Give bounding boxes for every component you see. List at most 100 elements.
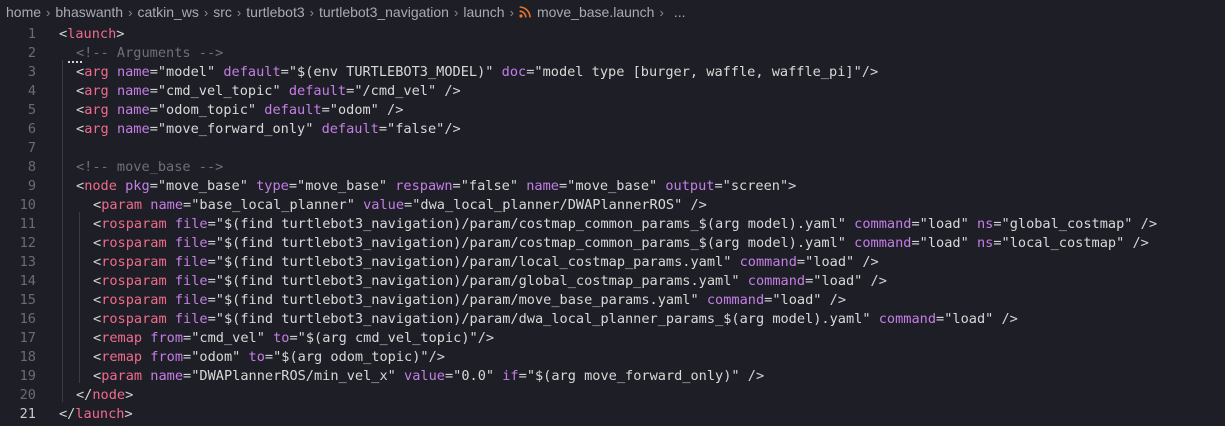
code-line[interactable]: 1 <launch> (0, 25, 1225, 44)
punctuation (109, 121, 117, 137)
attribute-name: respawn (395, 178, 453, 194)
attribute-name: name (526, 178, 559, 194)
tag-name: node (84, 178, 117, 194)
punctuation: = (207, 273, 216, 289)
punctuation: = (207, 235, 216, 251)
attribute-value: "odom" (191, 349, 241, 365)
attribute-name: type (256, 178, 289, 194)
code-line[interactable]: 5 <arg name="odom_topic" default="odom" /… (0, 101, 1225, 120)
punctuation: = (796, 254, 806, 270)
code-line[interactable]: 16 <rosparam file="$(find turtlebot3_navi… (0, 310, 1225, 329)
code-line[interactable]: 11 <rosparam file="$(find turtlebot3_navi… (0, 215, 1225, 234)
code-line[interactable]: 3 <arg name="model" default="$(env TURTLE… (0, 63, 1225, 82)
attribute-name: name (116, 121, 150, 137)
punctuation (167, 273, 175, 289)
code-line[interactable]: 21 </launch> (0, 405, 1225, 424)
tag-name: launch (67, 26, 117, 42)
punctuation (396, 368, 404, 384)
punctuation: /> (378, 102, 404, 118)
attribute-value: "$(find turtlebot3_navigation)/param/dwa… (215, 311, 871, 327)
attribute-name: file (174, 254, 208, 270)
breadcrumb-file[interactable]: move_base.launch (537, 4, 655, 20)
punctuation: = (558, 178, 568, 194)
breadcrumb-ellipsis[interactable]: ... (674, 4, 686, 20)
punctuation: < (59, 26, 68, 42)
line-number: 1 (27, 26, 36, 42)
punctuation: = (183, 330, 192, 346)
punctuation (846, 216, 854, 232)
tag-name: rosparam (101, 292, 167, 308)
attribute-value: "load" (919, 216, 969, 232)
attribute-value: "load" (919, 235, 969, 251)
punctuation: < (93, 292, 102, 308)
breadcrumb-home[interactable]: home (6, 4, 41, 20)
tag-name: rosparam (101, 273, 167, 289)
attribute-name: ns (976, 235, 994, 251)
attribute-value: "false" (460, 178, 519, 194)
punctuation (731, 254, 739, 270)
punctuation: = (378, 121, 388, 137)
line-number: 8 (27, 159, 36, 175)
code-text: <!-- Arguments --> (76, 44, 223, 63)
code-line[interactable]: 6 <arg name="move_forward_only" default="… (0, 120, 1225, 139)
code-line[interactable]: 10 <param name="base_local_planner" value… (0, 196, 1225, 215)
punctuation: < (93, 368, 102, 384)
attribute-value: "$(arg cmd_vel_topic)" (297, 330, 478, 346)
attribute-name: file (174, 273, 208, 289)
code-text: <arg name="odom_topic" default="odom" /> (76, 101, 403, 120)
attribute-value: "base_local_planner" (191, 197, 355, 213)
comment: <!-- move_base --> (76, 159, 224, 175)
breadcrumb-catkin-ws[interactable]: catkin_ws (137, 4, 198, 20)
punctuation (167, 254, 175, 270)
punctuation: > (116, 26, 125, 42)
punctuation (167, 292, 175, 308)
attribute-value: "model type [burger, waffle, waffle_pi]" (534, 64, 862, 80)
code-line[interactable]: 7 (0, 139, 1225, 158)
punctuation: = (993, 216, 1002, 232)
code-line[interactable]: 13 <rosparam file="$(find turtlebot3_navi… (0, 253, 1225, 272)
code-text: <rosparam file="$(find turtlebot3_naviga… (93, 234, 1149, 253)
code-line[interactable]: 8 <!-- move_base --> (0, 158, 1225, 177)
breadcrumb-src[interactable]: src (213, 4, 232, 20)
code-line[interactable]: 4 <arg name="cmd_vel_topic" default="/cmd… (0, 82, 1225, 101)
punctuation: = (149, 121, 158, 137)
line-number: 12 (19, 235, 36, 251)
code-line[interactable]: 9 <node pkg="move_base" type="move_base" … (0, 177, 1225, 196)
attribute-value: "load" (772, 292, 822, 308)
code-line[interactable]: 17 <remap from="cmd_vel" to="$(arg cmd_ve… (0, 329, 1225, 348)
punctuation: < (93, 349, 102, 365)
punctuation: = (289, 330, 298, 346)
punctuation: /> (477, 330, 495, 346)
breadcrumb-turtlebot3[interactable]: turtlebot3 (246, 4, 304, 20)
code-line[interactable]: 19 <param name="DWAPlannerROS/min_vel_x" … (0, 367, 1225, 386)
breadcrumb-bhaswanth[interactable]: bhaswanth (55, 4, 123, 20)
punctuation: < (93, 254, 102, 270)
punctuation: /> (428, 349, 445, 365)
code-line[interactable]: 18 <remap from="odom" to="$(arg odom_topi… (0, 348, 1225, 367)
attribute-name: file (174, 235, 208, 251)
attribute-value: "move_forward_only" (157, 121, 314, 137)
punctuation (109, 64, 117, 80)
code-line[interactable]: 20 </node> (0, 386, 1225, 405)
attribute-value: "false" (387, 121, 445, 137)
attribute-name: command (878, 311, 937, 327)
punctuation (969, 216, 977, 232)
punctuation: < (76, 178, 85, 194)
code-line[interactable]: 14 <rosparam file="$(find turtlebot3_navi… (0, 272, 1225, 291)
code-editor[interactable]: 1 <launch> 2 <!-- Arguments --> 3 <arg name="… (0, 22, 1225, 426)
chevron-right-icon: › (453, 4, 459, 20)
breadcrumb-turtlebot3-navigation[interactable]: turtlebot3_navigation (319, 4, 449, 20)
code-line[interactable]: 2 <!-- Arguments --> (0, 44, 1225, 63)
line-number: 15 (19, 292, 36, 308)
code-line[interactable]: 12 <rosparam file="$(find turtlebot3_navi… (0, 234, 1225, 253)
punctuation: = (149, 178, 158, 194)
tag-name: node (92, 387, 126, 403)
code-text: <arg name="move_forward_only" default="f… (76, 120, 461, 139)
line-number: 16 (19, 311, 36, 327)
breadcrumb-launch[interactable]: launch (463, 4, 504, 20)
code-line[interactable]: 15 <rosparam file="$(find turtlebot3_navi… (0, 291, 1225, 310)
code-text: <rosparam file="$(find turtlebot3_naviga… (93, 215, 1157, 234)
chevron-right-icon: › (236, 4, 242, 20)
line-number: 14 (19, 273, 36, 289)
attribute-value: "$(find turtlebot3_navigation)/param/mov… (215, 292, 699, 308)
